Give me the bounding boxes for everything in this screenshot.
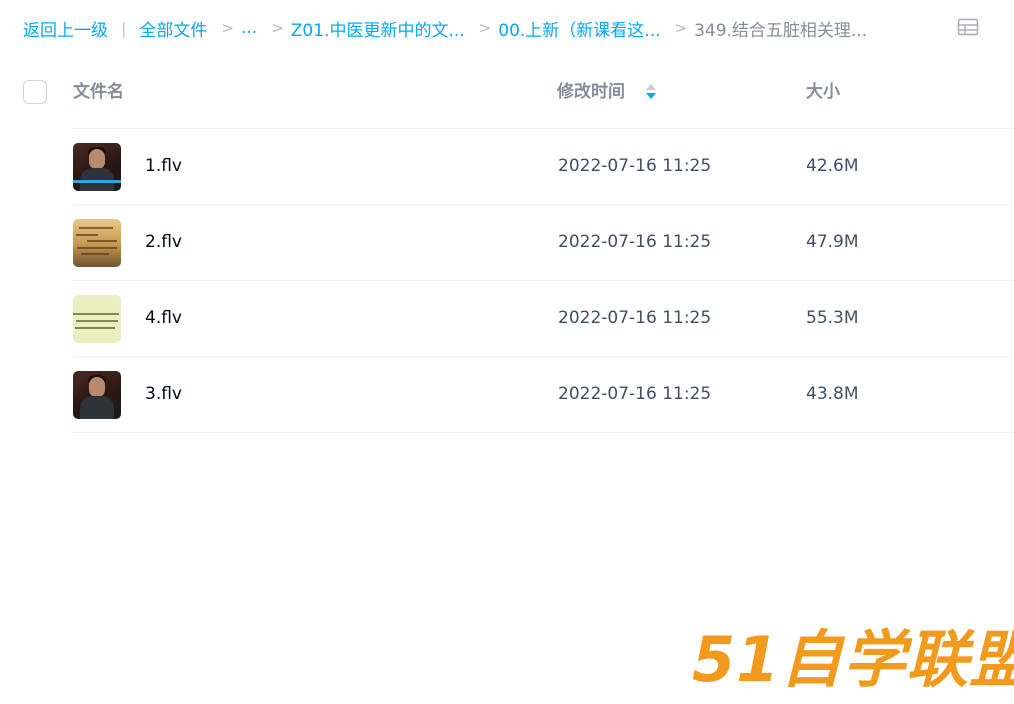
file-size: 43.8M xyxy=(806,384,859,404)
sort-icon[interactable] xyxy=(645,82,657,102)
chevron-right-icon: > xyxy=(271,19,284,37)
file-name[interactable]: 4.flv xyxy=(145,306,182,330)
file-row[interactable]: 4.flv 2022-07-16 11:25 55.3M xyxy=(0,281,1014,357)
file-modified-time: 2022-07-16 11:25 xyxy=(558,232,712,252)
column-header-name[interactable]: 文件名 xyxy=(73,80,124,104)
back-link[interactable]: 返回上一级 xyxy=(23,16,108,41)
breadcrumb-level2[interactable]: 00.上新（新课看这... xyxy=(498,16,660,41)
file-list-header: 文件名 修改时间 大小 xyxy=(0,60,1014,128)
file-list: 1.flv 2022-07-16 11:25 42.6M 2.flv 2022-… xyxy=(0,129,1014,433)
file-size: 47.9M xyxy=(806,232,859,252)
file-name[interactable]: 1.flv xyxy=(145,154,182,178)
watermark-logo: 51自学联盟 xyxy=(692,623,1014,696)
column-header-size[interactable]: 大小 xyxy=(806,80,840,104)
file-modified-time: 2022-07-16 11:25 xyxy=(558,384,712,404)
chevron-right-icon: > xyxy=(221,19,234,37)
breadcrumb-root[interactable]: 全部文件 xyxy=(139,16,207,41)
video-thumbnail xyxy=(73,371,121,419)
breadcrumb: 返回上一级 | 全部文件 > ... > Z01.中医更新中的文... > 00… xyxy=(23,14,867,42)
breadcrumb-current: 349.结合五脏相关理... xyxy=(694,20,868,41)
chevron-right-icon: > xyxy=(674,19,688,37)
row-divider xyxy=(73,432,1014,433)
file-size: 55.3M xyxy=(806,308,859,328)
file-name[interactable]: 2.flv xyxy=(145,230,182,254)
file-size: 42.6M xyxy=(806,156,859,176)
select-all-checkbox[interactable] xyxy=(23,80,47,104)
file-row[interactable]: 2.flv 2022-07-16 11:25 47.9M xyxy=(0,205,1014,281)
file-modified-time: 2022-07-16 11:25 xyxy=(558,308,712,328)
video-thumbnail xyxy=(73,219,121,267)
file-row[interactable]: 1.flv 2022-07-16 11:25 42.6M xyxy=(0,129,1014,205)
chevron-right-icon: > xyxy=(478,19,492,37)
file-name[interactable]: 3.flv xyxy=(145,382,182,406)
breadcrumb-level1[interactable]: Z01.中医更新中的文... xyxy=(291,16,465,41)
file-row[interactable]: 3.flv 2022-07-16 11:25 43.8M xyxy=(0,357,1014,433)
file-modified-time: 2022-07-16 11:25 xyxy=(558,156,712,176)
video-thumbnail xyxy=(73,295,121,343)
breadcrumb-divider: | xyxy=(121,18,127,38)
table-view-icon[interactable] xyxy=(957,18,979,36)
column-header-time[interactable]: 修改时间 xyxy=(557,80,625,104)
video-thumbnail xyxy=(73,143,121,191)
breadcrumb-ellipsis[interactable]: ... xyxy=(241,18,257,38)
